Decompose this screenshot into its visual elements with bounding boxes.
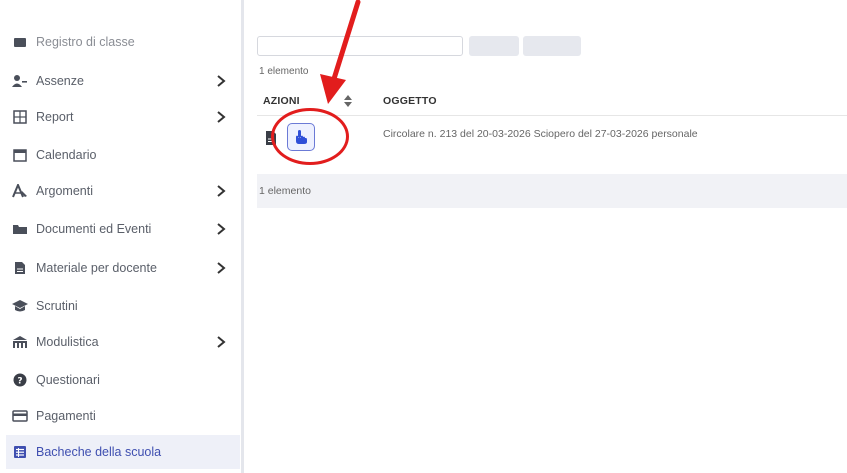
- sidebar-item-calendario[interactable]: Calendario: [6, 138, 240, 172]
- calendar-icon: [12, 147, 28, 163]
- sidebar-item-label: Registro di classe: [36, 35, 135, 49]
- document-icon: [12, 260, 28, 276]
- sidebar-item-label: Questionari: [36, 373, 100, 387]
- table-footer: 1 elemento: [257, 174, 847, 208]
- sidebar-item-documenti[interactable]: Documenti ed Eventi: [6, 212, 240, 246]
- sidebar-item-materiale[interactable]: Materiale per docente: [6, 251, 240, 285]
- sidebar-item-label: Bacheche della scuola: [36, 445, 162, 459]
- register-icon: [12, 34, 28, 50]
- sidebar-item-modulistica[interactable]: Modulistica: [6, 325, 240, 359]
- chevron-right-icon: [212, 182, 230, 200]
- building-icon: [12, 334, 28, 350]
- topics-icon: [12, 183, 28, 199]
- chevron-right-icon: [212, 259, 230, 277]
- sidebar-item-label: Documenti ed Eventi: [36, 222, 152, 236]
- sidebar-item-pagamenti[interactable]: Pagamenti: [6, 399, 240, 433]
- sidebar-item-label: Pagamenti: [36, 409, 96, 423]
- sidebar-item-label: Argomenti: [36, 184, 93, 198]
- chevron-right-icon: [212, 220, 230, 238]
- absences-icon: [12, 73, 28, 89]
- column-header-azioni[interactable]: AZIONI: [263, 95, 300, 107]
- sidebar-item-label: Scrutini: [36, 299, 78, 313]
- chevron-right-icon: [212, 72, 230, 90]
- sidebar-item-label: Report: [36, 110, 74, 124]
- board-list-icon: [12, 444, 28, 460]
- sidebar-item-label: Calendario: [36, 148, 97, 162]
- svg-text:?: ?: [17, 377, 22, 387]
- item-count-bottom: 1 elemento: [259, 185, 311, 197]
- toolbar-button-1[interactable]: [469, 36, 519, 56]
- chevron-right-icon: [212, 333, 230, 351]
- annotation-arrow-icon: [320, 0, 361, 104]
- sidebar-item-registro[interactable]: Registro di classe: [6, 32, 240, 52]
- sidebar-item-questionari[interactable]: ? Questionari: [6, 363, 240, 397]
- row-oggetto[interactable]: Circolare n. 213 del 20-03-2026 Sciopero…: [383, 128, 698, 140]
- sidebar-item-label: Modulistica: [36, 335, 99, 349]
- chevron-right-icon: [212, 108, 230, 126]
- toolbar-button-2[interactable]: [523, 36, 581, 56]
- annotation-circle: [271, 108, 349, 165]
- sidebar-item-label: Materiale per docente: [36, 261, 157, 275]
- payment-card-icon: [12, 408, 28, 424]
- sidebar-item-bacheche[interactable]: Bacheche della scuola: [6, 435, 240, 469]
- question-circle-icon: ?: [12, 372, 28, 388]
- sidebar-item-assenze[interactable]: Assenze: [6, 64, 240, 98]
- column-header-oggetto[interactable]: OGGETTO: [383, 95, 437, 107]
- folder-icon: [12, 221, 28, 237]
- sidebar-item-report[interactable]: Report: [6, 100, 240, 134]
- sidebar-item-scrutini[interactable]: Scrutini: [6, 289, 240, 323]
- sidebar-item-argomenti[interactable]: Argomenti: [6, 174, 240, 208]
- report-icon: [12, 109, 28, 125]
- sidebar: Registro di classe Assenze Report Calend…: [0, 0, 244, 473]
- graduation-cap-icon: [12, 298, 28, 314]
- sidebar-item-label: Assenze: [36, 74, 84, 88]
